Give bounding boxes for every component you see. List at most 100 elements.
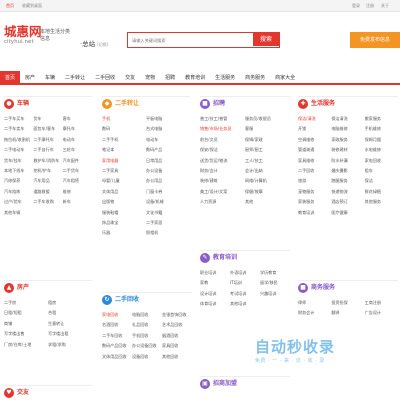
- link[interactable]: 开锁: [298, 125, 331, 132]
- link[interactable]: 鲜花绿植: [365, 188, 398, 195]
- link[interactable]: 律师: [298, 299, 331, 306]
- link[interactable]: 办公用品: [146, 177, 190, 184]
- link[interactable]: 职业培训: [200, 269, 230, 276]
- link[interactable]: 金银首饰回收: [162, 311, 192, 318]
- link[interactable]: 搬家服务: [365, 115, 398, 122]
- link[interactable]: 设备回收: [132, 353, 162, 360]
- link[interactable]: 厨师/厨工: [245, 146, 290, 153]
- link[interactable]: 服务员/收银员: [245, 115, 290, 122]
- link[interactable]: 厂房/仓库/土地: [4, 341, 48, 348]
- link[interactable]: 外语培训: [230, 269, 260, 276]
- link[interactable]: 礼品回收: [132, 321, 162, 328]
- search-button[interactable]: 搜索: [253, 33, 279, 46]
- link[interactable]: 家具回收: [162, 342, 192, 349]
- link[interactable]: 服装鞋帽: [102, 209, 146, 216]
- link[interactable]: 跑腿服务: [331, 177, 364, 184]
- link[interactable]: 平板电脑: [146, 115, 190, 122]
- link[interactable]: 装修建材: [331, 146, 364, 153]
- link[interactable]: 二手摩托车: [33, 136, 62, 143]
- section-title[interactable]: 交友: [17, 386, 29, 400]
- nav-dating[interactable]: 交友: [120, 71, 140, 83]
- link[interactable]: 日租/短租: [4, 309, 48, 316]
- nav-edu[interactable]: 教育培训: [180, 71, 210, 83]
- link[interactable]: 文体用品: [102, 188, 146, 195]
- link[interactable]: 工商注册: [365, 299, 398, 306]
- link[interactable]: 电脑回收: [132, 311, 162, 318]
- nav-transfer[interactable]: 二手转让: [60, 71, 90, 83]
- link[interactable]: 二手家具: [102, 167, 146, 174]
- link[interactable]: 文体用品回收: [102, 353, 132, 360]
- link[interactable]: 水电维修: [365, 146, 398, 153]
- link[interactable]: 求租/求购: [48, 341, 92, 348]
- link[interactable]: 维修: [63, 188, 92, 195]
- link[interactable]: 手机维修: [365, 125, 398, 132]
- home-link[interactable]: 首页: [6, 3, 14, 9]
- link[interactable]: 医疗健康: [331, 209, 364, 216]
- link[interactable]: 汽车配件: [63, 157, 92, 164]
- link[interactable]: 二手房: [4, 299, 48, 306]
- link[interactable]: 二手车收购: [33, 198, 62, 205]
- link[interactable]: 名酒回收: [102, 321, 132, 328]
- link[interactable]: 乐器: [102, 229, 146, 236]
- section-title[interactable]: 房产: [17, 281, 29, 295]
- nav-recruit[interactable]: 招聘: [160, 71, 180, 83]
- link[interactable]: 母婴/儿童: [102, 177, 146, 184]
- link[interactable]: 留学/移民: [260, 279, 290, 286]
- link[interactable]: 财务会计: [298, 309, 331, 316]
- link[interactable]: 二手回收: [298, 167, 331, 174]
- link[interactable]: 挖机/铲车: [33, 167, 62, 174]
- section-title[interactable]: 教育培训: [213, 251, 237, 265]
- link[interactable]: 其他服务: [365, 198, 398, 205]
- nav-shops[interactable]: 商家大全: [270, 71, 300, 83]
- link[interactable]: 广告设计: [365, 309, 398, 316]
- link[interactable]: 电动车: [146, 136, 190, 143]
- link[interactable]: 家政服务: [331, 136, 364, 143]
- link[interactable]: 投资担保: [331, 299, 364, 306]
- link[interactable]: 照相机: [146, 229, 190, 236]
- link[interactable]: 管道疏通: [298, 146, 331, 153]
- link[interactable]: 手机回收: [132, 332, 162, 339]
- link[interactable]: 手机: [102, 115, 146, 122]
- link[interactable]: 日常用品: [146, 157, 190, 164]
- link[interactable]: 数码产品回收: [102, 342, 132, 349]
- favorite-link[interactable]: 收藏到桌面: [22, 3, 42, 9]
- link[interactable]: 会计/出纳: [245, 167, 290, 174]
- link[interactable]: 设备/机械: [146, 198, 190, 205]
- link[interactable]: 汽车陪练: [4, 188, 33, 195]
- link[interactable]: 家电回收: [365, 157, 398, 164]
- link[interactable]: 救护车/消防车: [33, 157, 62, 164]
- link[interactable]: 新车: [63, 198, 92, 205]
- link[interactable]: 二手手机: [102, 136, 146, 143]
- link[interactable]: 兴趣培训: [260, 290, 290, 297]
- link[interactable]: 保姆月嫂: [365, 136, 398, 143]
- link[interactable]: 翻译: [331, 309, 364, 316]
- link[interactable]: 装修/建筑: [200, 177, 245, 184]
- site-logo[interactable]: 城惠网 cityhui.net: [4, 25, 42, 51]
- link[interactable]: 文化书籍: [146, 209, 190, 216]
- link[interactable]: 体育培训: [200, 300, 230, 307]
- city-selector[interactable]: ·总站 [切换]: [80, 38, 108, 48]
- link[interactable]: 客车: [63, 115, 92, 122]
- link[interactable]: 网络/计算机: [245, 177, 290, 184]
- link[interactable]: 财务/会计: [200, 167, 245, 174]
- section-title[interactable]: 二手转让: [115, 97, 139, 111]
- link[interactable]: 其他: [245, 198, 290, 205]
- link[interactable]: 家装服务: [298, 198, 331, 205]
- link[interactable]: 其他车辆: [4, 209, 33, 216]
- link[interactable]: 人力资源: [200, 198, 245, 205]
- nav-home[interactable]: 首页: [0, 71, 21, 83]
- link[interactable]: 租车: [365, 167, 398, 174]
- link[interactable]: 保健/按摩: [245, 188, 290, 195]
- link[interactable]: 保洁清洗: [331, 115, 364, 122]
- link[interactable]: 婚庆摄影: [331, 167, 364, 174]
- link[interactable]: 三轮车: [63, 146, 92, 153]
- nav-house[interactable]: 房产: [20, 71, 40, 83]
- link[interactable]: 二手电动车: [4, 146, 33, 153]
- section-title[interactable]: 招聘: [213, 97, 225, 111]
- link[interactable]: 二手车卖车: [4, 125, 33, 132]
- section-title[interactable]: 车辆: [17, 97, 29, 111]
- link[interactable]: 二手家居: [146, 219, 190, 226]
- link[interactable]: 旅游: [298, 177, 331, 184]
- link[interactable]: 写字楼出售: [4, 330, 48, 337]
- link[interactable]: 过户/验车: [4, 198, 33, 205]
